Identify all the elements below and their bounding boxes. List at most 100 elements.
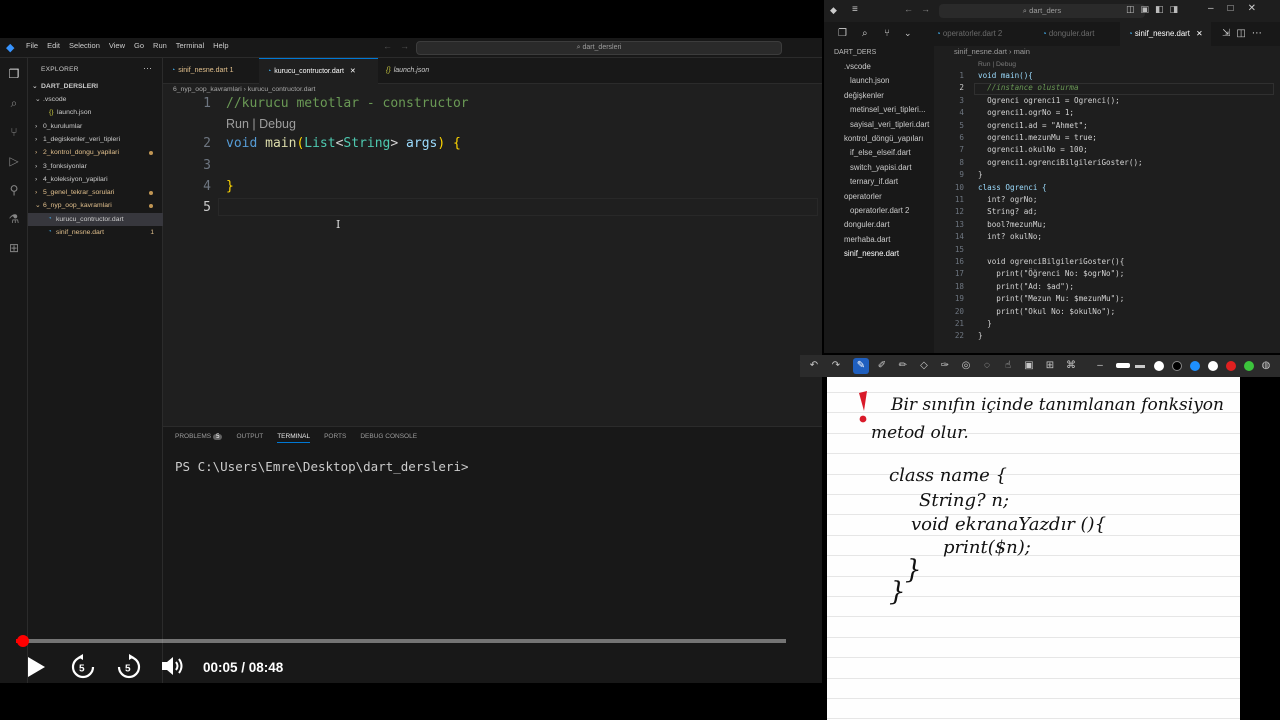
reference-tree-item[interactable]: kontrol_döngü_yapıları [844,134,923,144]
code-line[interactable]: } [978,170,983,179]
panel-tab-output[interactable]: OUTPUT [236,433,263,443]
reference-tab[interactable]: ◔ donguler.dart [1042,22,1094,46]
source-control-icon[interactable]: ⑂ [6,124,22,140]
tree-item[interactable]: ⌄ 6_nyp_oop_kavramlari [28,199,163,212]
code-line[interactable]: } [978,331,983,340]
code-line[interactable]: void main(List<String> args) { [226,136,461,151]
more-actions-icon[interactable]: ··· [143,63,152,73]
tree-item[interactable]: › 2_kontrol_dongu_yapilari [28,146,163,159]
reference-tree-item[interactable]: değişkenler [844,91,884,101]
color-picker-icon[interactable]: ◍ [1260,360,1272,372]
color-swatch[interactable] [1226,361,1236,371]
code-line[interactable]: print("Mezun Mu: $mezunMu"); [978,294,1124,303]
play-icon[interactable] [26,656,46,678]
reference-tree-item[interactable]: switch_yapisi.dart [850,163,912,173]
code-line[interactable]: } [226,179,234,194]
highlighter-icon[interactable]: ✏ [897,360,909,372]
reference-tree-item[interactable]: .vscode [844,62,871,72]
breadcrumb[interactable]: 6_nyp_oop_kavramlari › kurucu_contructor… [173,84,315,96]
command-center-search[interactable]: ⌕ dart_dersleri [416,41,782,55]
pen-tool-icon[interactable]: ✎ [853,358,869,374]
tree-item[interactable]: ◔ kurucu_contructor.dart [28,212,163,226]
close-icon[interactable]: ✕ [1194,29,1203,38]
medium-line-icon[interactable] [1116,363,1130,368]
nav-arrows-icon-2[interactable]: ←→ [904,4,938,14]
chevron-down-icon[interactable]: ⌄ [904,28,912,39]
reference-tree-item[interactable]: sinif_nesne.dart [844,249,899,259]
editor-tab[interactable]: ◔ kurucu_contructor.dart ✕ [259,58,378,84]
editor-tab[interactable]: ◔ sinif_nesne.dart 1 [163,58,259,84]
reference-codelens[interactable]: Run | Debug [978,61,1016,68]
nav-arrows-icon[interactable]: ←→ [383,41,417,51]
marker-icon[interactable]: ✑ [939,360,951,372]
code-line[interactable]: print("Öğrenci No: $ogrNo"); [978,269,1124,278]
reference-tree-item[interactable]: merhaba.dart [844,235,890,245]
code-line[interactable]: ogrenci1.okulNo = 100; [978,145,1088,154]
hamburger-menu-icon[interactable]: ≡ [852,4,858,15]
volume-icon[interactable] [160,654,186,678]
search-icon-2[interactable]: ⚲ [6,182,22,198]
tree-item[interactable]: › 3_fonksiyonlar [28,160,163,173]
text-icon[interactable]: ⊞ [1044,360,1056,372]
menu-item-help[interactable]: Help [213,41,228,50]
code-line[interactable]: ogrenci1.ogrenciBilgileriGoster(); [978,158,1142,167]
code-line[interactable]: String? ad; [978,207,1037,216]
forward-5-icon[interactable]: 5 [116,654,142,680]
tree-item[interactable]: ⌄ .vscode [28,93,163,106]
color-swatch[interactable] [1190,361,1200,371]
editor-tab[interactable]: {} launch.json [378,58,458,84]
thick-line-icon[interactable]: ▬ [1134,360,1146,372]
panel-tab-ports[interactable]: PORTS [324,433,346,443]
redo-icon[interactable]: ↷ [830,360,842,372]
codelens-run-debug[interactable]: Run | Debug [226,117,296,131]
color-swatch[interactable] [1154,361,1164,371]
reference-search[interactable]: ⌕ dart_ders [939,4,1145,18]
tree-item[interactable]: › 0_kurulumlar [28,120,163,133]
window-controls-icon[interactable]: –□✕ [1208,3,1270,14]
menu-item-selection[interactable]: Selection [69,41,100,50]
reference-tree-item[interactable]: operatorler.dart 2 [850,206,909,216]
tree-item[interactable]: › 1_degiskenler_veri_tipleri [28,133,163,146]
code-editor[interactable]: 1 //kurucu metotlar - constructor 2 void ma… [163,96,822,426]
layout-toggles-icon[interactable]: ◫▣◧◨ [1126,4,1184,15]
search-icon-3[interactable]: ⌕ [862,28,868,39]
tree-item[interactable]: › 4_koleksiyon_yapilari [28,173,163,186]
eraser-icon[interactable]: ◇ [918,360,930,372]
reference-tree-item[interactable]: if_else_elseif.dart [850,148,911,158]
hand-icon[interactable]: ☝ [1002,360,1014,372]
panel-tab-terminal[interactable]: TERMINAL [277,433,311,443]
tree-item[interactable]: {} launch.json [28,106,163,119]
code-line[interactable]: //kurucu metotlar - constructor [226,96,469,111]
reference-code-editor[interactable]: sinif_nesne.dart › main Run | Debug 1 voi… [934,46,1280,353]
rewind-5-icon[interactable]: 5 [70,654,96,680]
undo-icon[interactable]: ↶ [808,360,820,372]
shape-icon[interactable]: ◌ [981,360,993,372]
reference-breadcrumb[interactable]: sinif_nesne.dart › main [954,47,1030,56]
color-swatch[interactable] [1244,361,1254,371]
reference-tab[interactable]: ◔ sinif_nesne.dart ✕ [1120,22,1211,46]
code-line[interactable]: int? ogrNo; [978,195,1037,204]
testing-icon[interactable]: ⚗ [6,211,22,227]
color-swatch[interactable] [1208,361,1218,371]
code-line[interactable]: class Ogrenci { [978,183,1047,192]
tree-item[interactable]: › 5_genel_tekrar_sorulari [28,186,163,199]
code-line[interactable]: int? okulNo; [978,232,1042,241]
close-icon[interactable]: ✕ [348,68,356,75]
code-line[interactable]: void ogrenciBilgileriGoster(){ [978,257,1124,266]
lasso-icon[interactable]: ◎ [960,360,972,372]
menu-item-view[interactable]: View [109,41,125,50]
reference-tree-item[interactable]: donguler.dart [844,220,890,230]
code-line[interactable]: bool?mezunMu; [978,220,1046,229]
panel-tab-debug-console[interactable]: DEBUG CONSOLE [360,433,417,443]
code-line[interactable]: void main(){ [978,71,1033,80]
branch-icon[interactable]: ⑂ [884,28,890,39]
reference-tree-item[interactable]: sayisal_veri_tipleri.dart [850,120,929,130]
run-split-icon[interactable]: ⇲◫⋯ [1222,28,1268,39]
tree-item[interactable]: ◔ sinif_nesne.dart 1 [28,226,163,239]
code-line[interactable]: Ogrenci ogrenci1 = Ogrenci(); [978,96,1120,105]
code-line[interactable]: ogrenci1.ogrNo = 1; [978,108,1074,117]
terminal-prompt[interactable]: PS C:\Users\Emre\Desktop\dart_dersleri> [175,459,469,474]
menu-item-run[interactable]: Run [153,41,167,50]
menu-item-file[interactable]: File [26,41,38,50]
reference-tree-item[interactable]: metinsel_veri_tipleri... [850,105,925,115]
